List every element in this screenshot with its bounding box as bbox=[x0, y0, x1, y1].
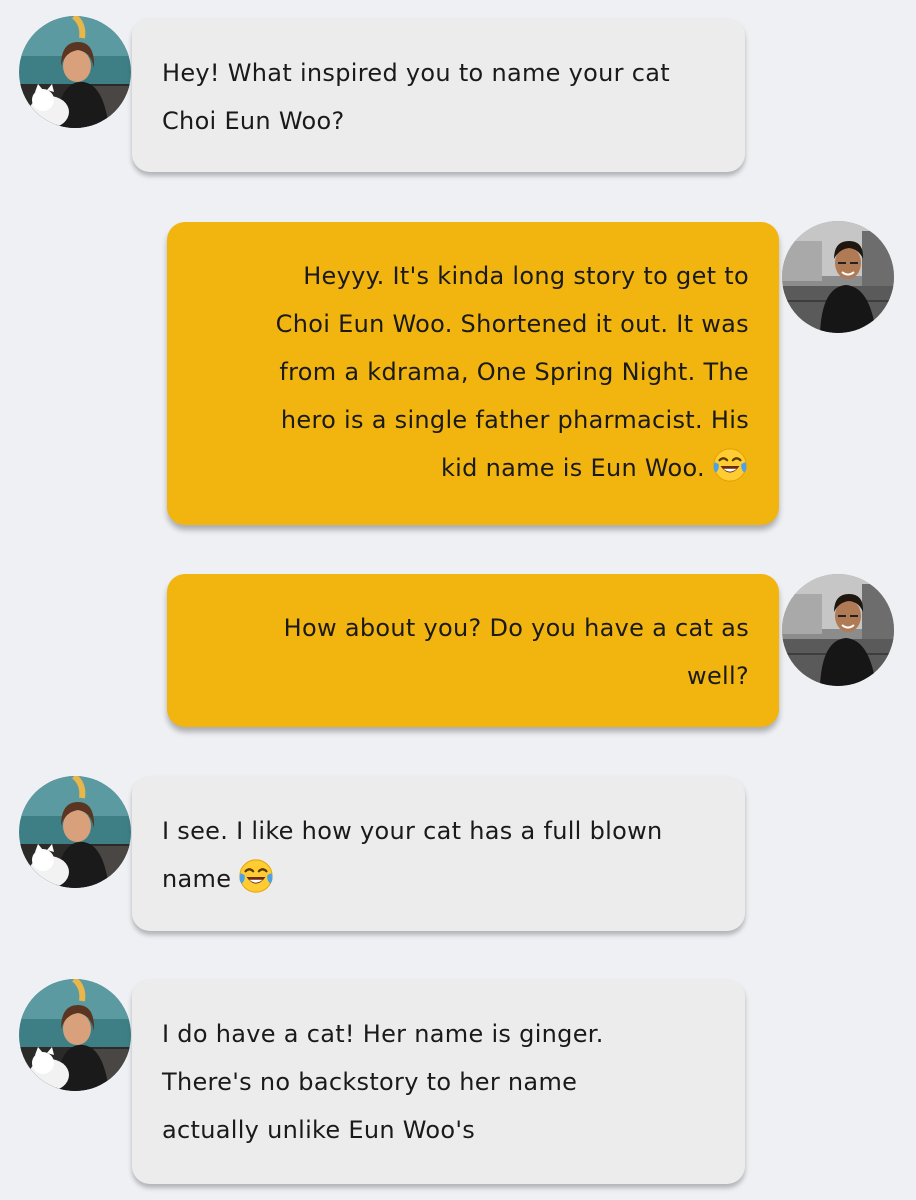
message-line: Choi Eun Woo? bbox=[162, 107, 345, 135]
message-line: There's no backstory to her name bbox=[162, 1068, 578, 1096]
avatar-me[interactable] bbox=[782, 574, 894, 686]
message-text: Hey! What inspired you to name your cat … bbox=[162, 49, 711, 145]
avatar-me[interactable] bbox=[782, 221, 894, 333]
message-bubble-outgoing: How about you? Do you have a cat as well… bbox=[167, 574, 779, 727]
avatar-other[interactable] bbox=[19, 16, 131, 128]
tears-of-joy-emoji-icon bbox=[237, 857, 275, 895]
avatar-other[interactable] bbox=[19, 979, 131, 1091]
message-line: I do have a cat! Her name is ginger. bbox=[162, 1020, 604, 1048]
message-bubble-incoming: I do have a cat! Her name is ginger. The… bbox=[132, 979, 745, 1184]
message-line: actually unlike Eun Woo's bbox=[162, 1116, 476, 1144]
message-line: Heyyy. It's kinda long story to get to bbox=[303, 262, 749, 290]
message-line: name bbox=[162, 865, 232, 893]
message-line: well? bbox=[687, 662, 749, 690]
message-line: Hey! What inspired you to name your cat bbox=[162, 59, 670, 87]
message-text: I see. I like how your cat has a full bl… bbox=[162, 807, 711, 903]
message-line: How about you? Do you have a cat as bbox=[283, 614, 749, 642]
message-line: hero is a single father pharmacist. His bbox=[280, 406, 749, 434]
message-bubble-incoming: Hey! What inspired you to name your cat … bbox=[132, 18, 745, 172]
message-line: from a kdrama, One Spring Night. The bbox=[279, 358, 749, 386]
message-line: kid name is Eun Woo. bbox=[440, 454, 705, 482]
message-line: Choi Eun Woo. Shortened it out. It was bbox=[275, 310, 749, 338]
tears-of-joy-emoji-icon bbox=[711, 446, 749, 484]
avatar-other[interactable] bbox=[19, 776, 131, 888]
message-text: How about you? Do you have a cat as well… bbox=[201, 604, 749, 700]
message-text: Heyyy. It's kinda long story to get to C… bbox=[201, 252, 749, 492]
message-line: I see. I like how your cat has a full bl… bbox=[162, 817, 663, 845]
message-bubble-incoming: I see. I like how your cat has a full bl… bbox=[132, 776, 745, 931]
message-bubble-outgoing: Heyyy. It's kinda long story to get to C… bbox=[167, 222, 779, 525]
message-text: I do have a cat! Her name is ginger. The… bbox=[162, 1010, 711, 1154]
